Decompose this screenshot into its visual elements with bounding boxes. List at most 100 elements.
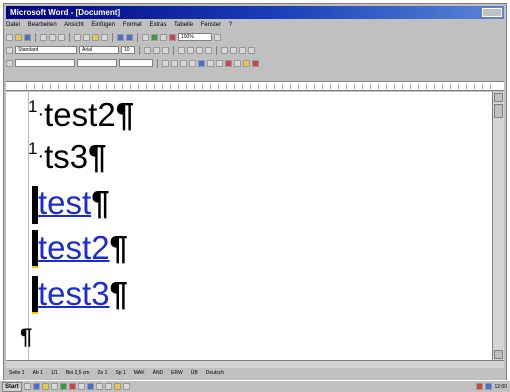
toolbar-button-icon[interactable] <box>189 59 196 67</box>
justify-icon[interactable] <box>205 46 212 54</box>
status-bar: Seite 1 Ab 1 1/1 Bei 2,5 cm Ze 1 Sp 1 MA… <box>6 369 504 378</box>
window-controls[interactable] <box>482 8 502 17</box>
title-bar[interactable]: Microsoft Word - [Document] <box>6 6 504 19</box>
underline-icon[interactable] <box>162 46 169 54</box>
taskbar-app-icon[interactable] <box>77 383 85 390</box>
align-left-icon[interactable] <box>178 46 185 54</box>
menu-table[interactable]: Tabelle <box>174 22 193 28</box>
bold-icon[interactable] <box>144 46 151 54</box>
quicklaunch-icon[interactable] <box>32 383 40 390</box>
preview-icon[interactable] <box>49 33 56 41</box>
start-button[interactable]: Start <box>2 381 22 392</box>
font-color-icon[interactable] <box>252 59 259 67</box>
toolbar-button-icon[interactable] <box>234 59 241 67</box>
save-icon[interactable] <box>24 33 31 41</box>
toolbar-separator <box>112 32 113 42</box>
scroll-down-icon[interactable] <box>494 350 503 359</box>
taskbar-app-icon[interactable] <box>86 383 94 390</box>
toolbar-combo-c[interactable] <box>119 59 153 67</box>
horizontal-ruler[interactable] <box>6 81 504 91</box>
indent-icon[interactable] <box>248 46 255 54</box>
toolbar-button-icon[interactable] <box>180 59 187 67</box>
table-icon[interactable] <box>142 33 149 41</box>
numbering-icon[interactable] <box>221 46 228 54</box>
hyperlink-text[interactable]: test <box>38 184 91 221</box>
word-window: Microsoft Word - [Document] Datei Bearbe… <box>3 3 507 389</box>
toolbar-button-icon[interactable] <box>171 59 178 67</box>
scroll-thumb[interactable] <box>494 104 503 118</box>
scroll-up-icon[interactable] <box>494 93 503 102</box>
taskbar-app-icon[interactable] <box>68 383 76 390</box>
link-item[interactable]: test¶ <box>38 184 110 222</box>
size-select[interactable]: 10 <box>121 46 135 54</box>
menu-tools[interactable]: Extras <box>149 22 166 28</box>
paragraph-mark: ¶ <box>91 184 110 221</box>
toolbar-button-icon[interactable] <box>162 59 169 67</box>
menu-view[interactable]: Ansicht <box>64 22 84 28</box>
tray-icon[interactable] <box>485 383 493 390</box>
system-tray: 12:00 <box>476 383 510 390</box>
menu-format[interactable]: Format <box>123 22 142 28</box>
columns-icon[interactable] <box>160 33 167 41</box>
toolbar-combo-b[interactable] <box>77 59 117 67</box>
print-icon[interactable] <box>40 33 47 41</box>
link-item[interactable]: test2¶ <box>38 229 128 267</box>
help-icon[interactable] <box>214 33 221 41</box>
taskbar-app-icon[interactable] <box>113 383 121 390</box>
menu-edit[interactable]: Bearbeiten <box>28 22 57 28</box>
bullets-icon[interactable] <box>230 46 237 54</box>
quicklaunch-icon[interactable] <box>23 383 31 390</box>
list-item[interactable]: 1·test2¶ <box>28 96 134 140</box>
paragraph-mark: ¶ <box>115 96 135 133</box>
toolbar-separator <box>35 32 36 42</box>
hyperlink-text[interactable]: test2 <box>38 229 110 266</box>
clock: 12:00 <box>494 383 507 390</box>
cut-icon[interactable] <box>74 33 81 41</box>
paragraph-mark: ¶ <box>20 324 33 349</box>
menu-insert[interactable]: Einfügen <box>91 22 115 28</box>
align-right-icon[interactable] <box>196 46 203 54</box>
toolbar-button-icon[interactable] <box>216 59 223 67</box>
zoom-select[interactable]: 100% <box>178 33 212 41</box>
tray-icon[interactable] <box>476 383 484 390</box>
taskbar-app-icon[interactable] <box>59 383 67 390</box>
italic-icon[interactable] <box>153 46 160 54</box>
menu-window[interactable]: Fenster <box>201 22 221 28</box>
menu-help[interactable]: ? <box>229 22 232 28</box>
taskbar-app-icon[interactable] <box>104 383 112 390</box>
new-icon[interactable] <box>6 33 13 41</box>
taskbar-app-icon[interactable] <box>95 383 103 390</box>
drawing-icon[interactable] <box>169 33 176 41</box>
spellcheck-icon[interactable] <box>58 33 65 41</box>
list-item[interactable]: 1·ts3¶ <box>28 138 107 182</box>
vertical-scrollbar[interactable] <box>492 92 504 360</box>
undo-icon[interactable] <box>117 33 124 41</box>
empty-paragraph[interactable]: ¶ <box>20 324 32 350</box>
open-icon[interactable] <box>15 33 22 41</box>
outdent-icon[interactable] <box>239 46 246 54</box>
tab-marker: · <box>37 145 45 167</box>
toolbar-button-icon[interactable] <box>225 59 232 67</box>
toolbar-button-icon[interactable] <box>207 59 214 67</box>
format-painter-icon[interactable] <box>101 33 108 41</box>
menu-file[interactable]: Datei <box>6 22 20 28</box>
quicklaunch-icon[interactable] <box>41 383 49 390</box>
formatting-toolbar: Standard Arial 10 <box>6 44 504 56</box>
document-area[interactable]: 1·test2¶ 1·ts3¶ test¶ test2¶ test3¶ ¶ <box>6 92 492 360</box>
taskbar-app-icon[interactable] <box>122 383 130 390</box>
toolbar-button-icon[interactable] <box>198 59 205 67</box>
copy-icon[interactable] <box>83 33 90 41</box>
horizontal-scrollbar[interactable] <box>6 360 504 368</box>
font-select[interactable]: Arial <box>79 46 119 54</box>
status-section: Ab 1 <box>32 370 43 376</box>
style-select[interactable]: Standard <box>15 46 77 54</box>
redo-icon[interactable] <box>126 33 133 41</box>
link-item[interactable]: test3¶ <box>38 275 128 313</box>
taskbar-app-icon[interactable] <box>50 383 58 390</box>
paste-icon[interactable] <box>92 33 99 41</box>
toolbar-combo-a[interactable] <box>15 59 75 67</box>
excel-icon[interactable] <box>151 33 158 41</box>
hyperlink-text[interactable]: test3 <box>38 275 110 312</box>
align-center-icon[interactable] <box>187 46 194 54</box>
highlight-icon[interactable] <box>243 59 250 67</box>
